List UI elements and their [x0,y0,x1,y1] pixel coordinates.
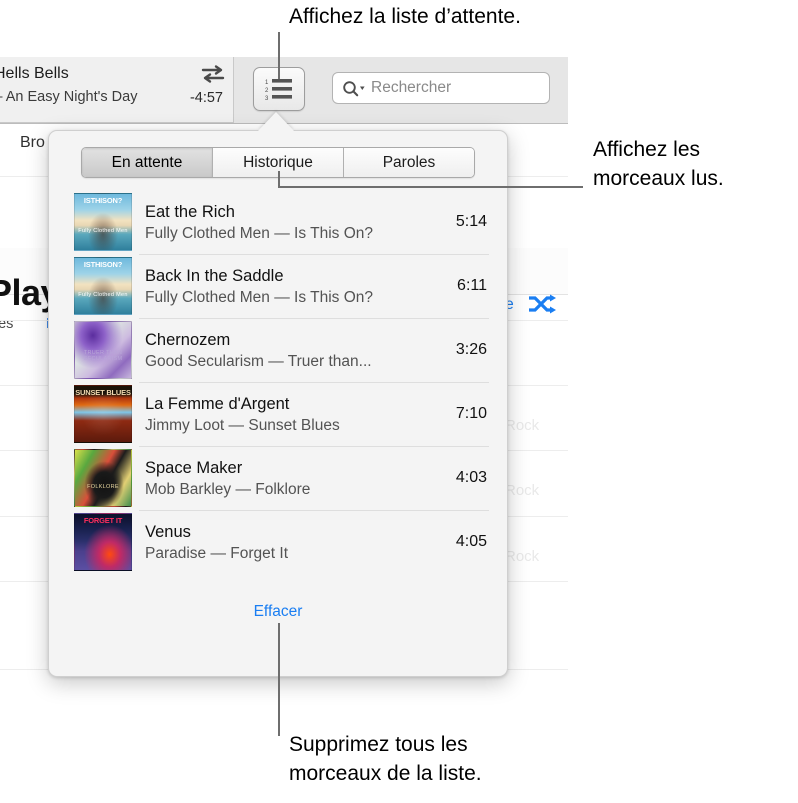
album-art-title: ISTHISON? [83,196,123,205]
queue-item-duration: 5:14 [455,213,487,230]
search-input[interactable]: Rechercher [371,79,451,97]
queue-item-duration: 7:10 [455,405,487,422]
album-art-is-this-on: ISTHISON? Fully Clothed Men [74,257,132,315]
album-art-title: ISTHISON? [83,260,123,269]
queue-list-item[interactable]: FOLKLORE Space Maker Mob Barkley — Folklor… [49,446,507,510]
queue-item-meta: Chernozem Good Secularism — Truer than... [132,329,450,372]
now-playing-panel[interactable]: Hells Bells — An Easy Night's Day -4:57 [0,57,234,123]
queue-item-meta: La Femme d'Argent Jimmy Loot — Sunset Blu… [132,393,450,436]
popover-tab-label: Paroles [382,153,436,171]
queue-item-title: La Femme d'Argent [145,394,290,413]
queue-item-meta: Space Maker Mob Barkley — Folklore [132,457,450,500]
clear-queue-button[interactable]: Effacer [49,603,507,621]
callout-top-text: Affichez la liste d’attente. [289,5,521,28]
queue-item-subtitle: Mob Barkley — Folklore [145,480,311,498]
callout-right-leader-v [278,171,280,188]
queue-item-subtitle: Good Secularism — Truer than... [145,352,372,370]
shuffle-icon[interactable] [527,293,557,320]
svg-text:3: 3 [265,96,269,101]
queue-item-meta: Eat the Rich Fully Clothed Men — Is This … [132,201,450,244]
playlist-subtitle: utes [0,316,14,332]
queue-item-duration: 4:05 [455,533,487,550]
queue-item-meta: Back In the Saddle Fully Clothed Men — Is… [132,265,451,308]
callout-top-leader [278,32,280,79]
now-playing-title: Hells Bells [0,65,69,82]
queue-item-subtitle: Fully Clothed Men — Is This On? [145,224,373,242]
search-field[interactable]: Rechercher [332,72,550,104]
background-table-cell: Rock [505,482,540,499]
queue-track-list[interactable]: ISTHISON? Fully Clothed Men Eat the Rich Fu… [49,190,507,574]
album-art-artist: FOLKLORE [87,484,119,490]
album-art-title: FORGET IT [83,516,123,525]
popover-tab-label: En attente [111,153,183,171]
album-art-artist: TRUER THAN SECULARISM [83,350,123,362]
queue-item-subtitle: Jimmy Loot — Sunset Blues [145,416,340,434]
queue-item-duration: 4:03 [455,469,487,486]
album-art-sunset-blues: SUNSET BLUES [74,385,132,443]
queue-list-item[interactable]: FORGET IT Venus Paradise — Forget It 4:05 [49,510,507,574]
queue-item-title: Venus [145,522,191,541]
album-art-is-this-on: ISTHISON? Fully Clothed Men [74,193,132,251]
queue-item-title: Space Maker [145,458,243,477]
popover-tab-label: Historique [243,153,313,171]
queue-item-title: Eat the Rich [145,202,235,221]
callout-bottom-leader [278,623,280,736]
album-art-truer-than: TRUER THAN SECULARISM [74,321,132,379]
queue-item-duration: 6:11 [457,277,487,294]
album-art-forget-it: FORGET IT [74,513,132,571]
album-art-title: SUNSET BLUES [75,388,131,397]
queue-item-subtitle: Paradise — Forget It [145,544,289,562]
album-art-artist: Fully Clothed Men [78,292,128,298]
now-playing-subtitle: — An Easy Night's Day [0,89,138,105]
queue-list-item[interactable]: TRUER THAN SECULARISM Chernozem Good Secul… [49,318,507,382]
screenshot-root: BrowseRadioStore Playlist utes Édit re T… [0,0,798,803]
popover-tab-3[interactable]: Paroles [344,148,474,177]
queue-list-item[interactable]: ISTHISON? Fully Clothed Men Eat the Rich Fu… [49,190,507,254]
queue-list-item[interactable]: SUNSET BLUES La Femme d'Argent Jimmy Loot … [49,382,507,446]
queue-item-subtitle: Fully Clothed Men — Is This On? [145,288,373,306]
background-table-cell: Rock [505,548,540,565]
background-nav-item-0[interactable]: Bro [20,134,45,152]
svg-text:2: 2 [265,88,269,94]
callout-bottom-text: Supprimez tous les morceaux de la liste. [289,733,482,785]
repeat-icon[interactable] [200,63,226,85]
queue-item-meta: Venus Paradise — Forget It [132,521,450,564]
callout-right-text: Affichez les morceaux lus. [593,138,724,190]
album-art-artist: Fully Clothed Men [78,228,128,234]
queue-item-title: Chernozem [145,330,231,349]
now-playing-remaining-time: -4:57 [189,90,223,106]
callout-right-leader-h [278,186,583,188]
queue-item-duration: 3:26 [455,341,487,358]
background-table-cell: Rock [505,417,540,434]
numbered-list-icon: 1 2 3 [265,77,293,106]
search-icon[interactable] [342,80,368,103]
album-art-folklore: FOLKLORE [74,449,132,507]
svg-text:1: 1 [265,80,269,86]
popover-tab-1[interactable]: En attente [82,148,213,177]
queue-item-title: Back In the Saddle [145,266,284,285]
queue-popover: En attente Historique Paroles ISTHISON? Ful… [48,130,508,677]
popover-arrow [258,112,294,131]
queue-list-item[interactable]: ISTHISON? Fully Clothed Men Back In the Sa… [49,254,507,318]
